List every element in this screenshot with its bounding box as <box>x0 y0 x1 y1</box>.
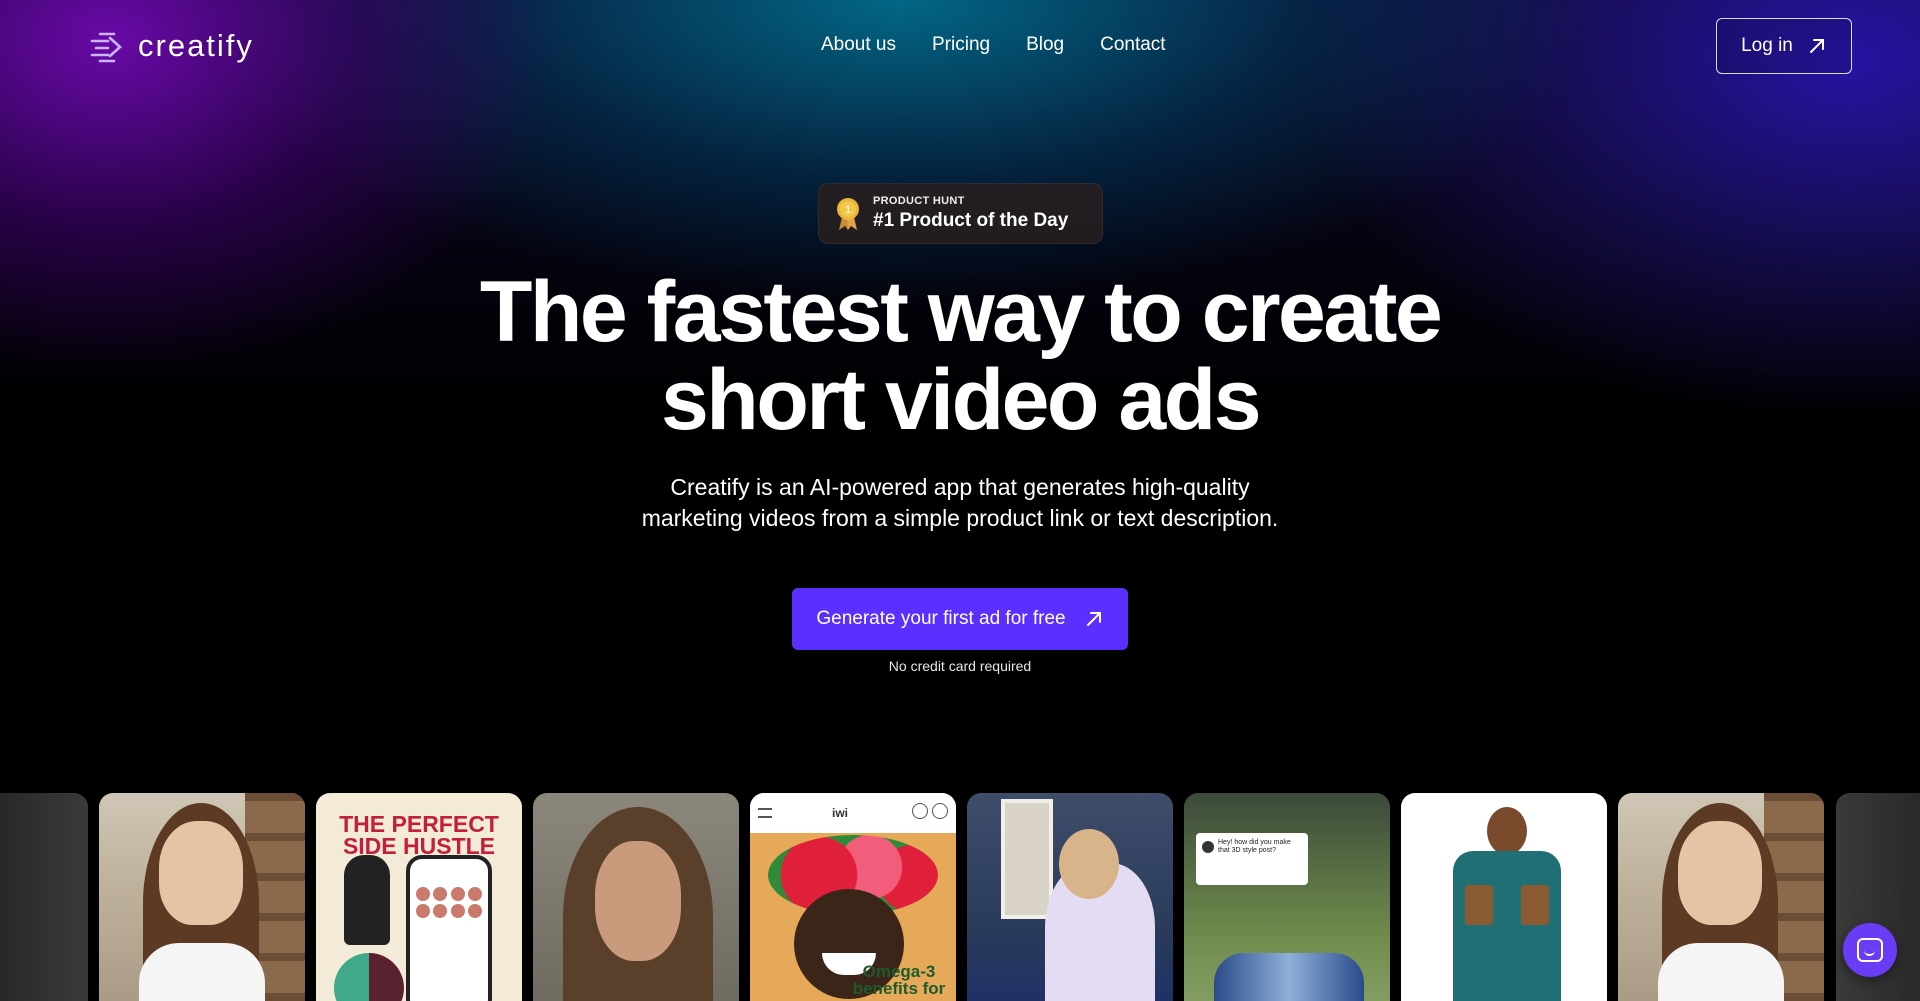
video-ad-carousel: THE PERFECT SIDE HUSTLE iwi Omega-3 bene… <box>0 793 1920 1001</box>
iwi-app-bar: iwi <box>750 793 956 833</box>
cart-icon <box>931 802 948 819</box>
carousel-card-jacket[interactable] <box>1401 793 1607 1001</box>
blouse <box>139 943 265 1001</box>
presenter <box>344 855 390 945</box>
badge-text: PRODUCT HUNT #1 Product of the Day <box>873 195 1068 232</box>
badge-title: #1 Product of the Day <box>873 210 1069 231</box>
head <box>1487 807 1527 855</box>
login-label: Log in <box>1741 35 1793 56</box>
mirror <box>1001 799 1053 919</box>
chat-launcher-button[interactable] <box>1843 923 1897 977</box>
cta-label: Generate your first ad for free <box>816 608 1066 629</box>
product-hunt-badge[interactable]: 1 PRODUCT HUNT #1 Product of the Day <box>818 183 1103 244</box>
medal-icon: 1 <box>837 197 859 230</box>
carousel-card-iwi[interactable]: iwi Omega-3 benefits for <box>750 793 956 1001</box>
comment-bubble: Hey! how did you make that 3D style post… <box>1196 833 1308 885</box>
no-credit-card-note: No credit card required <box>888 658 1032 674</box>
headline-line-1: The fastest way to create <box>479 264 1443 360</box>
carousel-card-pharmacy-woman[interactable] <box>99 793 305 1001</box>
hero-headline: The fastest way to create short video ad… <box>0 268 1920 444</box>
nav-contact[interactable]: Contact <box>1100 34 1165 56</box>
medal-number: 1 <box>845 204 851 216</box>
login-button[interactable]: Log in <box>1716 18 1852 74</box>
user-icon <box>911 802 928 819</box>
omega-caption: Omega-3 benefits for <box>852 962 946 998</box>
creatify-logo-icon <box>90 32 122 63</box>
pocket <box>1521 885 1549 925</box>
carousel-card-side-hustle[interactable]: THE PERFECT SIDE HUSTLE <box>316 793 522 1001</box>
headline-line-2: short video ads <box>660 352 1262 448</box>
brand-logo[interactable]: creatify <box>88 26 254 66</box>
arrow-up-right-icon <box>1086 612 1101 626</box>
carousel-card-bedroom[interactable] <box>967 793 1173 1001</box>
carousel-card-portrait[interactable] <box>533 793 739 1001</box>
iwi-actions <box>908 802 948 824</box>
decor-arc <box>334 953 404 1001</box>
face <box>595 841 681 961</box>
carousel-card[interactable] <box>0 793 88 1001</box>
arrow-up-right-icon <box>1809 39 1824 53</box>
chat-icon <box>1857 938 1883 962</box>
jacket <box>1453 851 1561 1001</box>
nav-about-us[interactable]: About us <box>821 34 896 56</box>
main-nav: About us Pricing Blog Contact <box>821 34 1166 56</box>
car-render <box>1214 953 1364 1001</box>
generate-ad-button[interactable]: Generate your first ad for free <box>792 588 1128 650</box>
phone-mockup <box>406 855 492 1001</box>
face <box>159 821 243 925</box>
nav-pricing[interactable]: Pricing <box>932 34 990 56</box>
carousel-card-3d-post[interactable]: Hey! how did you make that 3D style post… <box>1184 793 1390 1001</box>
iwi-logo: iwi <box>831 806 848 820</box>
side-hustle-title: THE PERFECT SIDE HUSTLE <box>339 811 499 859</box>
hero-subtitle: Creatify is an AI-powered app that gener… <box>0 472 1920 534</box>
badge-source: PRODUCT HUNT <box>873 195 965 207</box>
subtitle-line-2: marketing videos from a simple product l… <box>641 505 1279 531</box>
landing-page: creatify About us Pricing Blog Contact L… <box>0 0 1920 1001</box>
menu-icon <box>758 808 772 818</box>
pocket <box>1465 885 1493 925</box>
phone-avatars <box>416 887 482 918</box>
brand-name: creatify <box>138 28 254 63</box>
blouse <box>1658 943 1784 1001</box>
subtitle-line-1: Creatify is an AI-powered app that gener… <box>670 474 1250 500</box>
nav-blog[interactable]: Blog <box>1026 34 1064 56</box>
carousel-card-pharmacy-woman[interactable] <box>1618 793 1824 1001</box>
face <box>1678 821 1762 925</box>
hair <box>1059 829 1119 899</box>
